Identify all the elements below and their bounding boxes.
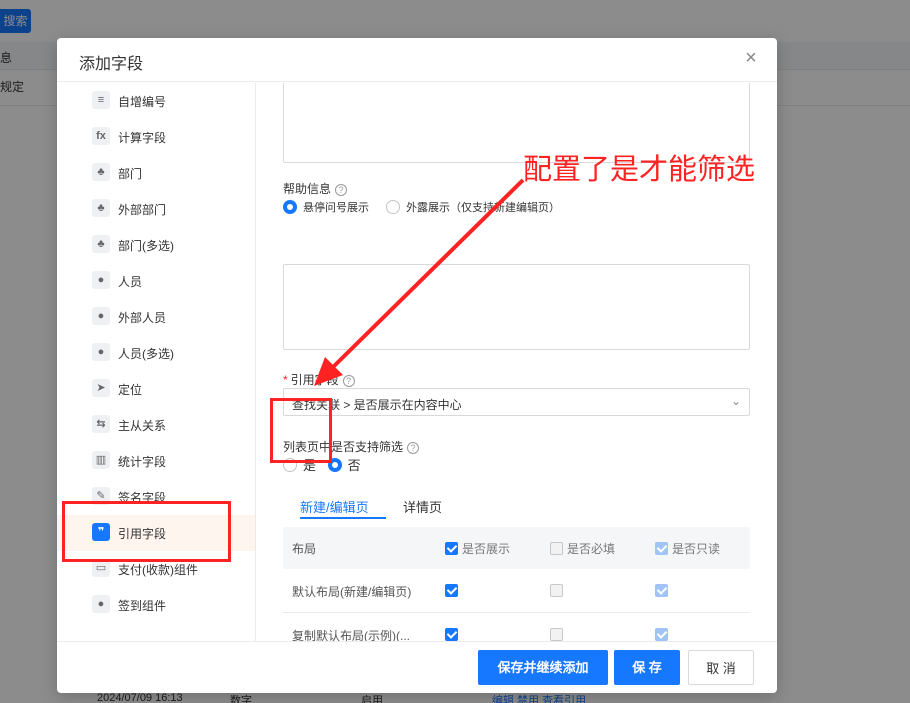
field-item-label: 部门(多选) [118,239,174,253]
column-show: 是否展示 [445,540,510,557]
field-type-icon: ● [92,343,110,361]
help-info-textarea[interactable] [283,264,750,350]
show-checkbox[interactable] [445,628,458,641]
help-exposed-radio[interactable] [386,200,401,214]
layout-tabs: 新建/编辑页 详情页 [283,493,750,520]
field-item-label: 外部部门 [118,203,167,217]
field-item-label: 人员 [118,275,143,289]
field-item[interactable]: ♣ 外部部门 [57,191,255,227]
field-item[interactable]: ● 签到组件 [57,587,255,623]
layout-name: 复制默认布局(示例)(... [292,629,410,641]
field-type-icon: ▥ [92,451,110,469]
close-icon[interactable]: × [741,48,761,68]
field-type-icon: ≡ [92,91,110,109]
required-checkbox[interactable] [550,584,563,598]
filter-no-label: 否 [347,458,361,473]
field-item[interactable]: ≡ 自增编号 [57,83,255,119]
field-item-label: 人员(多选) [118,347,174,361]
field-item-label: 部门 [118,167,143,181]
field-type-icon: ⇆ [92,415,110,433]
field-item[interactable]: ♣ 部门(多选) [57,227,255,263]
field-item[interactable]: ● 人员(多选) [57,335,255,371]
field-type-icon: ♣ [92,163,110,181]
modal-footer: 保存并继续添加 保 存 取 消 [57,641,777,693]
field-type-icon: ● [92,307,110,325]
layout-name: 默认布局(新建/编辑页) [292,585,412,599]
field-item-label: 支付(收款)组件 [118,563,198,577]
annotation-text: 配置了是才能筛选 [523,152,756,186]
readonly-all-checkbox[interactable] [655,542,668,555]
show-checkbox[interactable] [445,584,458,598]
annotation-box-field [62,501,231,562]
field-item-label: 统计字段 [118,455,167,469]
question-icon: ? [335,183,348,196]
annotation-box-filter [270,398,332,463]
column-required: 是否必填 [550,540,615,557]
column-layout: 布局 [292,542,317,556]
help-info-label: 帮助信息? [283,180,348,197]
question-icon: ? [407,441,420,454]
help-hover-label: 悬停问号展示 [303,202,369,214]
field-item[interactable]: ● 外部人员 [57,299,255,335]
help-exposed-label: 外露展示（仅支持新建编辑页） [406,202,561,214]
reference-field-select[interactable]: 查找关联 > 是否展示在内容中心 ⌄ [283,388,750,416]
field-item[interactable]: ♣ 部门 [57,155,255,191]
field-type-icon: fx [92,127,110,145]
table-header: 布局 是否展示 是否必填 是否只读 [283,527,750,569]
chevron-down-icon: ⌄ [730,394,741,408]
modal-header: 添加字段 × [57,38,777,82]
active-tab-indicator [300,517,386,519]
field-type-icon: ♣ [92,199,110,217]
required-checkbox[interactable] [550,628,563,641]
column-readonly: 是否只读 [655,540,720,557]
question-icon: ? [342,374,355,387]
tab-detail[interactable]: 详情页 [403,497,442,516]
field-item[interactable]: ➤ 定位 [57,371,255,407]
save-and-continue-button[interactable]: 保存并继续添加 [478,650,608,685]
field-type-icon: ● [92,595,110,613]
reference-field-label: * 引用字段? [283,371,355,388]
tab-new-edit[interactable]: 新建/编辑页 [300,497,369,516]
table-row: 默认布局(新建/编辑页) [283,569,750,613]
field-item-label: 定位 [118,383,143,397]
field-item-label: 自增编号 [118,95,167,109]
field-type-icon: ➤ [92,379,110,397]
field-item[interactable]: ⇆ 主从关系 [57,407,255,443]
field-item-label: 签到组件 [118,599,167,613]
save-button[interactable]: 保 存 [614,650,680,685]
field-type-icon: ♣ [92,235,110,253]
show-all-checkbox[interactable] [445,542,458,555]
readonly-checkbox[interactable] [655,628,668,641]
field-item-label: 计算字段 [118,131,167,145]
cancel-button[interactable]: 取 消 [688,650,754,685]
table-row: 复制默认布局(示例)(... [283,613,750,641]
field-item-label: 主从关系 [118,419,167,433]
field-item[interactable]: ● 人员 [57,263,255,299]
field-type-icon: ● [92,271,110,289]
help-display-radio-group: 悬停问号展示 外露展示（仅支持新建编辑页） [283,199,574,215]
readonly-checkbox[interactable] [655,584,668,598]
field-item[interactable]: ▥ 统计字段 [57,443,255,479]
help-hover-radio[interactable] [283,200,297,214]
add-field-modal: 添加字段 × ≡ 自增编号 fx 计算字段 ♣ 部门 ♣ 外部部门 ♣ 部门(多选) ● 人员 ● 外部人… [57,38,777,693]
field-item-label: 外部人员 [118,311,167,325]
field-item[interactable]: fx 计算字段 [57,119,255,155]
modal-title: 添加字段 [79,56,144,73]
required-all-checkbox[interactable] [550,542,563,555]
